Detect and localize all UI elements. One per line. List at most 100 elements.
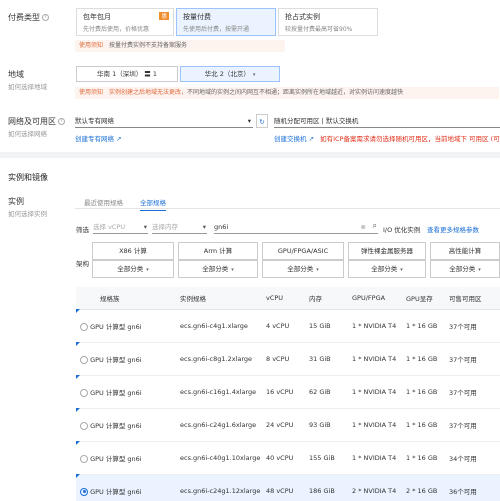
row-radio[interactable] xyxy=(80,388,88,397)
arch-bare-metal-select[interactable]: 全部分类 ▾ xyxy=(348,260,426,278)
billing-option-desc: 先使用后付费，按需开通 xyxy=(183,26,250,33)
col-header-text: 规格族 xyxy=(100,294,120,303)
cell-family: GPU 计算型 gn6i xyxy=(76,375,176,409)
cell-memory: 62 GiB xyxy=(305,375,348,409)
instance-label: 实例 xyxy=(8,197,24,206)
cell-text: 37个可用 xyxy=(449,322,477,331)
cell-text: GPU 计算型 gn6i xyxy=(90,421,142,430)
cell-text: 16 vCPU xyxy=(266,387,294,396)
vpc-select[interactable]: 默认专有网络 ▾ xyxy=(75,114,253,128)
table-row[interactable]: GPU 计算型 gn6i ecs.gn6i-c4g1.xlarge 4 vCPU… xyxy=(76,309,500,343)
cell-text: 4 vCPU xyxy=(266,321,290,330)
billing-option-payg[interactable]: 按量付费 先使用后付费，按需开通 xyxy=(176,8,276,36)
cell-family: GPU 计算型 gn6i xyxy=(76,408,176,442)
cell-text: 37个可用 xyxy=(449,388,477,397)
chevron-down-icon: ▾ xyxy=(143,223,147,231)
cell-text: GPU 计算型 gn6i xyxy=(90,487,142,496)
billing-option-title: 抢占式实例 xyxy=(285,13,320,21)
arch-select-value: 全部分类 xyxy=(371,265,398,273)
cell-text: 2 * 16 GB xyxy=(406,486,438,495)
billing-option-subscription[interactable]: 包年包月 先付费后使用，价格优惠 惠 xyxy=(76,8,174,36)
zone-select[interactable]: 随机分配可用区 | 默认交换机 xyxy=(274,114,500,128)
cell-gpu-memory: 1 * 16 GB xyxy=(402,408,445,442)
col-header-memory[interactable]: 内存 xyxy=(305,287,348,310)
cell-text: ecs.gn6i-c24g1.12xlarge xyxy=(180,486,261,495)
notice-text: 按量付费实例不支持备案服务 xyxy=(109,42,188,49)
row-radio[interactable] xyxy=(80,355,88,364)
billing-option-title: 按量付费 xyxy=(183,13,211,21)
table-row[interactable]: GPU 计算型 gn6i ecs.gn6i-c16g1.4xlarge 16 v… xyxy=(76,375,500,409)
col-header-family[interactable]: 规格族 xyxy=(76,287,176,310)
more-spec-params-link[interactable]: 查看更多规格参数 xyxy=(427,224,479,234)
help-icon[interactable]: ? xyxy=(58,118,65,125)
cell-text: 1 * NVIDIA T4 xyxy=(352,453,397,462)
instance-help-link[interactable]: 如何选择实例 xyxy=(8,208,47,218)
row-corner-flag xyxy=(76,474,80,478)
cell-zones: 37个可用 xyxy=(445,342,500,376)
table-row[interactable]: GPU 计算型 gn6i ecs.gn6i-c40g1.10xlarge 40 … xyxy=(76,441,500,475)
create-switch-link-text: 创建交换机 xyxy=(274,135,307,143)
cell-zones: 37个可用 xyxy=(445,375,500,409)
create-switch-link[interactable]: 创建交换机 ↗ xyxy=(274,135,314,143)
cell-text: ecs.gn6i-c24g1.6xlarge xyxy=(180,420,257,429)
row-radio[interactable] xyxy=(80,322,88,331)
create-vpc-link[interactable]: 创建专有网络 ↗ xyxy=(75,133,122,143)
row-radio[interactable] xyxy=(80,487,88,496)
col-header-gpu[interactable]: GPU/FPGA xyxy=(348,287,402,310)
memory-filter-select[interactable]: 选择内存 ▾ xyxy=(152,221,207,234)
instance-spec-table: 规格族 实例规格 vCPU 内存 GPU/FPGA GPU显存 可售可用区 GP… xyxy=(76,287,500,501)
arch-select-value: 全部分类 xyxy=(117,265,144,273)
cell-text: 62 GiB xyxy=(309,387,331,396)
cell-text: ecs.gn6i-c16g1.4xlarge xyxy=(180,387,257,396)
cell-text: 1 * NVIDIA T4 xyxy=(352,420,397,429)
arch-x86-select[interactable]: 全部分类 ▾ xyxy=(92,260,174,278)
search-icon[interactable]: ⌕ xyxy=(373,220,377,232)
cell-memory: 31 GiB xyxy=(305,342,348,376)
col-header-zones[interactable]: 可售可用区 xyxy=(445,287,500,310)
io-optimized-checkbox[interactable]: I/O 优化实例 xyxy=(383,224,420,234)
billing-option-desc: 先付费后使用，价格优惠 xyxy=(83,26,150,33)
arch-gpu-select[interactable]: 全部分类 ▾ xyxy=(262,260,344,278)
cell-gpu: 2 * NVIDIA T4 xyxy=(348,474,402,501)
cell-gpu: 1 * NVIDIA T4 xyxy=(348,375,402,409)
row-radio[interactable] xyxy=(80,421,88,430)
arch-tab-arm[interactable]: Arm 计算 xyxy=(178,242,258,260)
cell-text: 15 GiB xyxy=(309,321,331,330)
spec-search-input[interactable]: gn6i ⊗ ⌕ xyxy=(214,221,378,234)
region-help-link[interactable]: 如何选择地域 xyxy=(8,81,47,91)
col-header-gpu-memory[interactable]: GPU显存 xyxy=(402,287,445,310)
table-row[interactable]: GPU 计算型 gn6i ecs.gn6i-c8g1.2xlarge 8 vCP… xyxy=(76,342,500,376)
refresh-button[interactable]: ↻ xyxy=(256,114,268,128)
col-header-vcpu[interactable]: vCPU xyxy=(262,287,305,310)
region-option-shenzhen[interactable]: 华南 1（深圳） 〓 1 xyxy=(76,66,178,82)
arch-tab-x86[interactable]: X86 计算 xyxy=(92,242,174,260)
cell-gpu: 1 * NVIDIA T4 xyxy=(348,342,402,376)
arch-tab-hpc[interactable]: 高性能计算 xyxy=(430,242,500,260)
cell-vcpu: 8 vCPU xyxy=(262,342,305,376)
cell-text: 1 * NVIDIA T4 xyxy=(352,387,397,396)
network-help-link[interactable]: 如何选择网络 xyxy=(8,128,47,138)
vpc-select-value: 默认专有网络 xyxy=(75,117,114,125)
cell-text: 48 vCPU xyxy=(266,486,294,495)
table-row[interactable]: GPU 计算型 gn6i ecs.gn6i-c24g1.6xlarge 24 v… xyxy=(76,408,500,442)
billing-option-spot[interactable]: 抢占式实例 较按量付费最高可省90% xyxy=(278,8,378,36)
billing-option-desc: 较按量付费最高可省90% xyxy=(285,26,353,33)
table-row[interactable]: GPU 计算型 gn6i ecs.gn6i-c24g1.12xlarge 48 … xyxy=(76,474,500,501)
arch-hpc-select[interactable]: 全部分类 ▾ xyxy=(430,260,500,278)
cell-text: ecs.gn6i-c40g1.10xlarge xyxy=(180,453,261,462)
billing-option-title: 包年包月 xyxy=(83,13,111,21)
arch-arm-select[interactable]: 全部分类 ▾ xyxy=(178,260,258,278)
vcpu-filter-select[interactable]: 选择 vCPU ▾ xyxy=(93,221,148,234)
row-corner-flag xyxy=(76,441,80,445)
cell-spec: ecs.gn6i-c8g1.2xlarge xyxy=(176,342,262,376)
clear-icon[interactable]: ⊗ xyxy=(361,221,366,233)
row-radio[interactable] xyxy=(80,454,88,463)
cell-spec: ecs.gn6i-c4g1.xlarge xyxy=(176,309,262,343)
region-option-beijing[interactable]: 华北 2（北京） ▾ xyxy=(180,66,280,82)
col-header-spec[interactable]: 实例规格 xyxy=(176,287,262,310)
help-icon[interactable]: ? xyxy=(42,14,49,21)
arch-tab-gpu[interactable]: GPU/FPGA/ASIC xyxy=(262,242,344,260)
arch-tab-bare-metal[interactable]: 弹性裸金属服务器 xyxy=(348,242,426,260)
tab-recent-specs[interactable]: 最近使用规格 xyxy=(84,197,123,207)
cell-spec: ecs.gn6i-c16g1.4xlarge xyxy=(176,375,262,409)
